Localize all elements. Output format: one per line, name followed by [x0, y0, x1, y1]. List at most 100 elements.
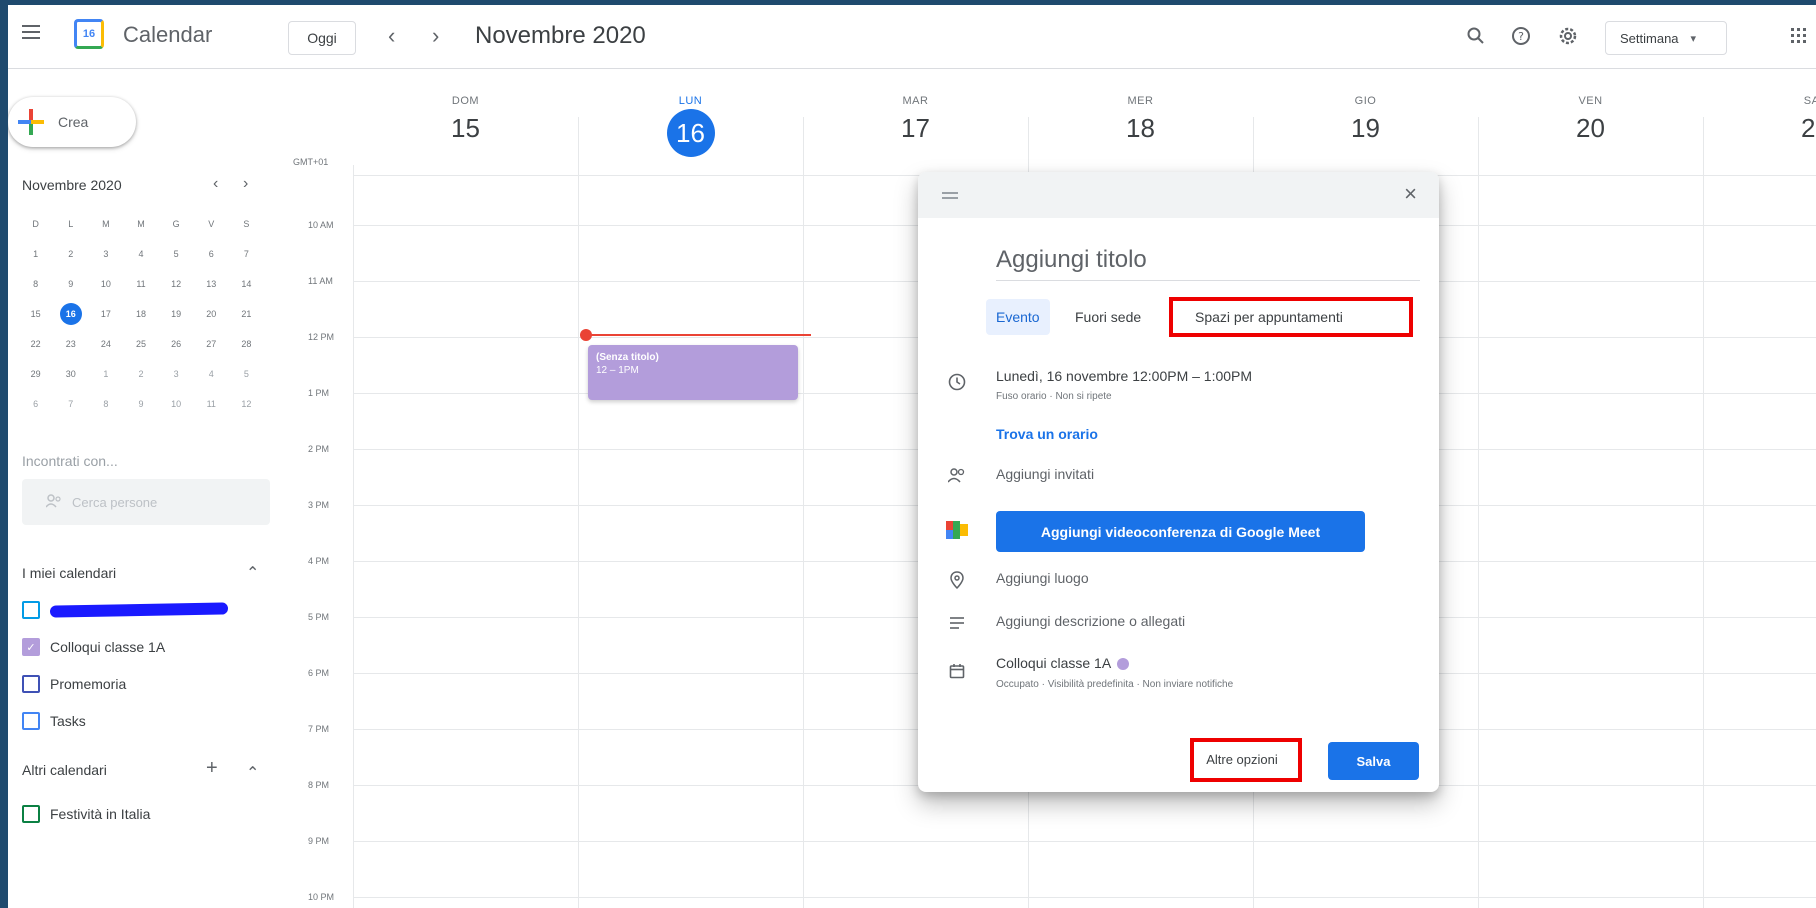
- add-description[interactable]: Aggiungi descrizione o allegati: [996, 613, 1185, 629]
- today-button[interactable]: Oggi: [288, 21, 356, 55]
- mini-next-icon[interactable]: ›: [243, 175, 248, 193]
- mini-day[interactable]: 12: [229, 389, 264, 419]
- dialog-drag-bar[interactable]: ×: [918, 172, 1439, 218]
- mini-day[interactable]: 22: [18, 329, 53, 359]
- calendar-list-item[interactable]: [22, 601, 228, 619]
- mini-day[interactable]: 27: [194, 329, 229, 359]
- day-number[interactable]: 21: [1786, 113, 1816, 144]
- mini-day[interactable]: 23: [53, 329, 88, 359]
- calendar-list-item[interactable]: Festività in Italia: [22, 805, 150, 823]
- day-header[interactable]: LUN 16: [661, 95, 721, 157]
- day-header[interactable]: GIO 19: [1336, 95, 1396, 144]
- mini-day[interactable]: 3: [159, 359, 194, 389]
- mini-day[interactable]: 10: [159, 389, 194, 419]
- chevron-up-icon[interactable]: ⌃: [246, 563, 259, 583]
- event-title-input[interactable]: [996, 239, 1420, 281]
- day-number[interactable]: 18: [1111, 113, 1171, 144]
- calendar-checkbox[interactable]: [22, 712, 40, 730]
- mini-day[interactable]: 6: [194, 239, 229, 269]
- mini-day[interactable]: 15: [18, 299, 53, 329]
- event-date-time[interactable]: Lunedì, 16 novembre 12:00PM – 1:00PM: [996, 368, 1252, 384]
- day-header[interactable]: MER 18: [1111, 95, 1171, 144]
- mini-day[interactable]: 24: [88, 329, 123, 359]
- calendar-checkbox[interactable]: ✓: [22, 638, 40, 656]
- mini-day[interactable]: 26: [159, 329, 194, 359]
- day-header[interactable]: MAR 17: [886, 95, 946, 144]
- mini-day[interactable]: 1: [88, 359, 123, 389]
- mini-day[interactable]: 17: [88, 299, 123, 329]
- mini-day[interactable]: 5: [159, 239, 194, 269]
- add-calendar-icon[interactable]: +: [206, 757, 218, 780]
- mini-day[interactable]: 5: [229, 359, 264, 389]
- mini-day[interactable]: 25: [123, 329, 158, 359]
- day-header[interactable]: SAB 21: [1786, 95, 1816, 144]
- create-button[interactable]: Crea: [8, 97, 136, 147]
- mini-day[interactable]: 2: [53, 239, 88, 269]
- save-button[interactable]: Salva: [1328, 742, 1419, 780]
- help-icon[interactable]: ?: [1508, 23, 1534, 49]
- my-calendars-title[interactable]: I miei calendari: [22, 565, 116, 581]
- mini-day[interactable]: 13: [194, 269, 229, 299]
- tab-fuori-sede[interactable]: Fuori sede: [1065, 299, 1151, 335]
- view-selector[interactable]: Settimana ▾: [1605, 21, 1727, 55]
- day-number[interactable]: 16: [666, 109, 715, 157]
- mini-day[interactable]: 29: [18, 359, 53, 389]
- add-google-meet-button[interactable]: Aggiungi videoconferenza di Google Meet: [996, 511, 1365, 552]
- next-week-icon[interactable]: ›: [432, 23, 439, 49]
- mini-day[interactable]: 4: [123, 239, 158, 269]
- calendar-list-item[interactable]: Tasks: [22, 712, 86, 730]
- mini-day[interactable]: 2: [123, 359, 158, 389]
- mini-day[interactable]: 21: [229, 299, 264, 329]
- chevron-up-icon[interactable]: ⌃: [246, 763, 259, 783]
- day-number[interactable]: 15: [436, 113, 496, 144]
- calendar-list-item[interactable]: ✓ Colloqui classe 1A: [22, 638, 165, 656]
- mini-day[interactable]: 30: [53, 359, 88, 389]
- mini-prev-icon[interactable]: ‹: [213, 175, 218, 193]
- calendar-settings-summary[interactable]: Occupato · Visibilità predefinita · Non …: [996, 679, 1233, 690]
- drag-handle-icon[interactable]: [942, 192, 958, 202]
- prev-week-icon[interactable]: ‹: [388, 23, 395, 49]
- day-number[interactable]: 17: [886, 113, 946, 144]
- mini-day[interactable]: 10: [88, 269, 123, 299]
- mini-day[interactable]: 3: [88, 239, 123, 269]
- mini-day[interactable]: 19: [159, 299, 194, 329]
- mini-day[interactable]: 8: [88, 389, 123, 419]
- add-guests[interactable]: Aggiungi invitati: [996, 466, 1094, 482]
- mini-day[interactable]: 12: [159, 269, 194, 299]
- mini-day[interactable]: 1: [18, 239, 53, 269]
- mini-day[interactable]: 11: [194, 389, 229, 419]
- mini-day[interactable]: 6: [18, 389, 53, 419]
- mini-day[interactable]: 8: [18, 269, 53, 299]
- timezone-repeat[interactable]: Fuso orario · Non si ripete: [996, 391, 1112, 402]
- mini-day[interactable]: 20: [194, 299, 229, 329]
- day-header[interactable]: VEN 20: [1561, 95, 1621, 144]
- main-menu-icon[interactable]: [22, 25, 40, 39]
- mini-day[interactable]: 9: [53, 269, 88, 299]
- search-people-input[interactable]: Cerca persone: [22, 479, 270, 525]
- mini-day[interactable]: 4: [194, 359, 229, 389]
- mini-day[interactable]: 11: [123, 269, 158, 299]
- mini-day[interactable]: 9: [123, 389, 158, 419]
- close-icon[interactable]: ×: [1404, 181, 1417, 207]
- mini-day[interactable]: 7: [53, 389, 88, 419]
- search-icon[interactable]: [1463, 23, 1489, 49]
- mini-day[interactable]: 14: [229, 269, 264, 299]
- calendar-list-item[interactable]: Promemoria: [22, 675, 126, 693]
- calendar-selector[interactable]: Colloqui classe 1A: [996, 655, 1130, 671]
- find-time-link[interactable]: Trova un orario: [996, 426, 1098, 442]
- tab-evento[interactable]: Evento: [986, 299, 1050, 335]
- mini-day[interactable]: 16: [53, 299, 88, 329]
- day-number[interactable]: 19: [1336, 113, 1396, 144]
- apps-grid-icon[interactable]: [1786, 23, 1812, 49]
- event-draft[interactable]: (Senza titolo) 12 – 1PM: [588, 345, 798, 400]
- day-number[interactable]: 20: [1561, 113, 1621, 144]
- mini-day[interactable]: 7: [229, 239, 264, 269]
- day-header[interactable]: DOM 15: [436, 95, 496, 144]
- gear-icon[interactable]: [1555, 23, 1581, 49]
- mini-day[interactable]: 28: [229, 329, 264, 359]
- mini-day[interactable]: 18: [123, 299, 158, 329]
- calendar-checkbox[interactable]: [22, 601, 40, 619]
- calendar-checkbox[interactable]: [22, 805, 40, 823]
- other-calendars-title[interactable]: Altri calendari: [22, 762, 107, 778]
- calendar-checkbox[interactable]: [22, 675, 40, 693]
